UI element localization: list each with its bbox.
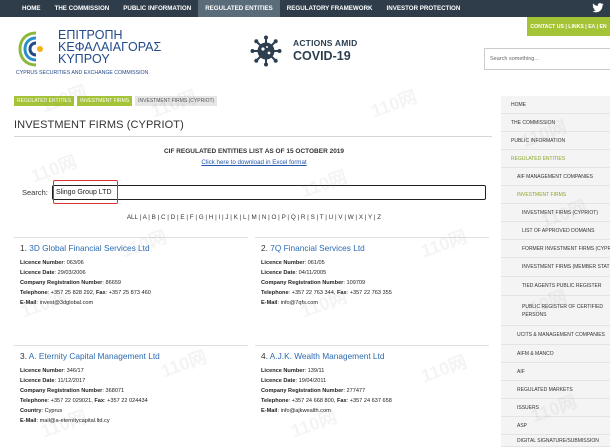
covid-banner-line-2: COVID-19 [293, 49, 351, 63]
title-divider [14, 136, 492, 137]
list-header: CIF REGULATED ENTITIES LIST AS OF 15 OCT… [14, 148, 494, 166]
licence-date-row: Licence Date: 19/04/2011 [261, 378, 327, 384]
firm-card: 3. A. Eternity Capital Management Ltd Li… [14, 345, 248, 447]
alphabet-letter-all[interactable]: ALL [127, 214, 138, 221]
breadcrumb-current: INVESTMENT FIRMS (CYPRIOT) [135, 96, 218, 106]
sidebar-item-former-investment-firms[interactable]: FORMER INVESTMENT FIRMS (CYPR [501, 240, 610, 258]
sidebar-item-investment-firms-cypriot[interactable]: INVESTMENT FIRMS (CYPRIOT) [501, 204, 610, 222]
firm-name-link[interactable]: A.J.K. Wealth Management Ltd [270, 351, 385, 361]
firm-name: 3. A. Eternity Capital Management Ltd [20, 351, 160, 361]
cysec-emblem-icon [18, 31, 43, 67]
email-row: E-Mail: info@7qfs.com [261, 300, 318, 306]
sidebar-item-home[interactable]: HOME [501, 96, 610, 114]
firm-name: 1. 3D Global Financial Services Ltd [20, 243, 150, 253]
firm-card: 1. 3D Global Financial Services Ltd Lice… [14, 237, 248, 337]
email-row: E-Mail: invest@3dglobal.com [20, 300, 94, 306]
telephone-row: Telephone: +357 22 029021, Fax: +357 22 … [20, 398, 148, 404]
firm-card: 4. A.J.K. Wealth Management Ltd Licence … [255, 345, 489, 447]
sidebar-item-issuers[interactable]: ISSUERS [501, 399, 610, 417]
licence-number-row: Licence Number: 139/11 [261, 368, 325, 374]
telephone-row: Telephone: +357 25 828 292, Fax: +357 25… [20, 290, 151, 296]
site-search-input[interactable]: Search something... [484, 48, 610, 70]
email-row: E-Mail: mail@a-eternitycapital.ltd.cy [20, 418, 110, 424]
sidebar-item-investment-firms[interactable]: INVESTMENT FIRMS [501, 186, 610, 204]
sidebar-item-regulated-entities[interactable]: REGULATED ENTITIES [501, 150, 610, 168]
top-navigation: HOME THE COMMISSION PUBLIC INFORMATION R… [0, 0, 610, 17]
breadcrumb-regulated-entities[interactable]: REGULATED ENTITIES [14, 96, 75, 106]
licence-number-row: Licence Number: 063/06 [20, 260, 84, 266]
alphabet-filter: ALL | A | B | C | D | E | F | G | H | I … [14, 214, 494, 221]
covid-banner-line-1: ACTIONS AMID [293, 38, 358, 48]
email-row: E-Mail: info@ajkwealth.com [261, 408, 331, 414]
nav-home[interactable]: HOME [0, 0, 48, 17]
licence-date-row: Licence Date: 11/12/2017 [20, 378, 86, 384]
firm-card: 2. 7Q Financial Services Ltd Licence Num… [255, 237, 489, 337]
sidebar-item-investment-firms-member-states[interactable]: INVESTMENT FIRMS (MEMBER STAT [501, 258, 610, 277]
sidebar-item-aif-management-companies[interactable]: AIF MANAGEMENT COMPANIES [501, 168, 610, 186]
telephone-row: Telephone: +357 24 668 800, Fax: +357 24… [261, 398, 392, 404]
firm-name-link[interactable]: 7Q Financial Services Ltd [270, 243, 365, 253]
company-reg-row: Company Registration Number: 368071 [20, 388, 125, 394]
watermark: 110网 [368, 86, 420, 122]
company-reg-row: Company Registration Number: 277477 [261, 388, 366, 394]
licence-date-row: Licence Date: 29/03/2006 [20, 270, 86, 276]
breadcrumb: REGULATED ENTITIES INVESTMENT FIRMS INVE… [14, 96, 218, 106]
sidebar-menu: HOME THE COMMISSION PUBLIC INFORMATION R… [501, 96, 610, 447]
company-reg-row: Company Registration Number: 109709 [261, 280, 366, 286]
sidebar-item-regulated-markets[interactable]: REGULATED MARKETS [501, 381, 610, 399]
sidebar-item-certified-persons[interactable]: PUBLIC REGISTER OF CERTIFIED PERSONS [501, 296, 610, 326]
sidebar-item-public-information[interactable]: PUBLIC INFORMATION [501, 132, 610, 150]
telephone-row: Telephone: +357 22 763 344, Fax: +357 22… [261, 290, 392, 296]
sidebar-item-aifm-manco[interactable]: AIFM & MANCO [501, 345, 610, 363]
firm-name-link[interactable]: A. Eternity Capital Management Ltd [29, 351, 160, 361]
sidebar-item-approved-domains[interactable]: LIST OF APPROVED DOMAINS [501, 222, 610, 240]
nav-regulated-entities[interactable]: REGULATED ENTITIES [198, 0, 280, 17]
breadcrumb-investment-firms[interactable]: INVESTMENT FIRMS [77, 96, 133, 106]
red-highlight-box [53, 180, 118, 204]
logo-english-name: CYPRUS SECURITIES AND EXCHANGE COMMISSIO… [16, 70, 149, 76]
page-title: INVESTMENT FIRMS (CYPRIOT) [14, 119, 184, 131]
sidebar-item-ucits[interactable]: UCITS & MANAGEMENT COMPANIES [501, 326, 610, 345]
sidebar-item-tied-agents[interactable]: TIED AGENTS PUBLIC REGISTER [501, 277, 610, 296]
cysec-logo[interactable]: ΕΠΙΤΡΟΠΗ ΚΕΦΑΛΑΙΑΓΟΡΑΣ ΚΥΠΡΟΥ CYPRUS SEC… [14, 27, 174, 82]
virus-icon [250, 35, 282, 67]
firm-name: 4. A.J.K. Wealth Management Ltd [261, 351, 385, 361]
sidebar-item-aif[interactable]: AIF [501, 363, 610, 381]
contact-links-bar[interactable]: CONTACT US | LINKS | EΛ | EN [527, 17, 610, 36]
sidebar-item-digital-signature[interactable]: DIGITAL SIGNATURE/SUBMISSION [501, 435, 610, 447]
list-heading: CIF REGULATED ENTITIES LIST AS OF 15 OCT… [163, 148, 345, 155]
excel-download-link[interactable]: Click here to download in Excel format [14, 159, 494, 166]
logo-greek-line-3: ΚΥΠΡΟΥ [58, 52, 110, 66]
licence-number-row: Licence Number: 346/17 [20, 368, 84, 374]
nav-the-commission[interactable]: THE COMMISSION [48, 0, 117, 17]
firm-name: 2. 7Q Financial Services Ltd [261, 243, 365, 253]
company-reg-row: Company Registration Number: 86659 [20, 280, 122, 286]
search-label: Search: [22, 188, 48, 197]
twitter-icon[interactable] [592, 3, 604, 13]
sidebar-item-asp[interactable]: ASP [501, 417, 610, 435]
nav-investor-protection[interactable]: INVESTOR PROTECTION [380, 0, 468, 17]
country-row: Country: Cyprus [20, 408, 63, 414]
covid-banner[interactable]: ACTIONS AMID COVID-19 [250, 33, 410, 73]
firm-name-link[interactable]: 3D Global Financial Services Ltd [29, 243, 149, 253]
nav-public-information[interactable]: PUBLIC INFORMATION [116, 0, 198, 17]
sidebar-item-the-commission[interactable]: THE COMMISSION [501, 114, 610, 132]
alphabet-letter-z[interactable]: Z [377, 214, 381, 221]
licence-date-row: Licence Date: 04/11/2005 [261, 270, 327, 276]
nav-regulatory-framework[interactable]: REGULATORY FRAMEWORK [280, 0, 380, 17]
licence-number-row: Licence Number: 061/05 [261, 260, 325, 266]
